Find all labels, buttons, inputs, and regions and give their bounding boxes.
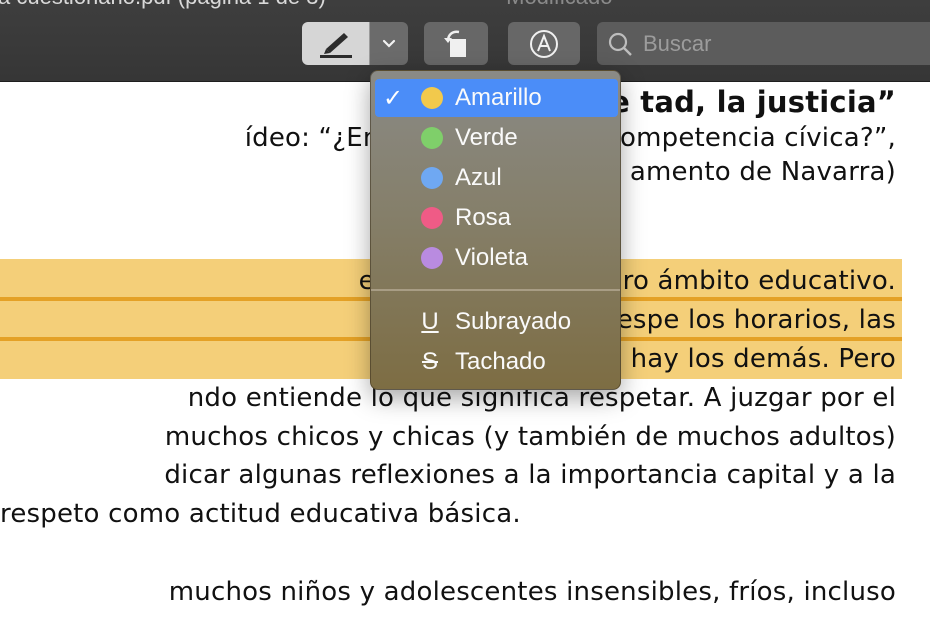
- document-line: respeto como actitud educativa básica.: [0, 499, 521, 529]
- document-line: muchos niños y adolescentes insensibles,…: [168, 577, 896, 607]
- window-title-text: a cuestionario.pdf (página 1 de 3): [0, 0, 326, 10]
- menu-item-amarillo[interactable]: ✓ Amarillo: [375, 79, 618, 117]
- rotate-button[interactable]: [424, 22, 488, 65]
- search-field[interactable]: [597, 22, 930, 65]
- highlight-button[interactable]: [302, 22, 370, 65]
- window-edited-status: — Modificado: [478, 0, 613, 10]
- menu-item-label: Violeta: [455, 244, 528, 271]
- underline-icon: U: [421, 308, 439, 335]
- strikethrough-icon: S: [421, 348, 438, 375]
- document-line: muchos chicos y chicas (y también de muc…: [164, 422, 896, 452]
- menu-separator: [371, 289, 620, 291]
- highlighter-icon: [319, 32, 352, 58]
- menu-item-label: Verde: [455, 124, 518, 151]
- search-input[interactable]: [641, 26, 925, 62]
- menu-item-label: Tachado: [455, 348, 546, 375]
- rotate-left-icon: [444, 30, 466, 57]
- markup-pen-icon: [530, 29, 558, 58]
- pink-dot-icon: [421, 207, 443, 229]
- menu-item-violeta[interactable]: Violeta: [375, 239, 618, 277]
- highlight-dropdown-button[interactable]: [370, 22, 408, 65]
- yellow-dot-icon: [421, 87, 443, 109]
- blue-dot-icon: [421, 167, 443, 189]
- window-title: a cuestionario.pdf (página 1 de 3) — Mod…: [0, 0, 930, 14]
- checkmark-icon: ✓: [383, 85, 404, 112]
- chevron-down-icon: [382, 39, 396, 48]
- menu-item-label: Amarillo: [455, 84, 542, 111]
- menu-item-rosa[interactable]: Rosa: [375, 199, 618, 237]
- menu-item-subrayado[interactable]: U Subrayado: [375, 303, 618, 341]
- highlight-color-menu: ✓ Amarillo Verde Azul Rosa Violeta U Sub…: [370, 70, 621, 390]
- markup-button[interactable]: [508, 22, 580, 65]
- purple-dot-icon: [421, 247, 443, 269]
- menu-item-tachado[interactable]: S Tachado: [375, 343, 618, 381]
- menu-item-label: Azul: [455, 164, 502, 191]
- search-icon: [608, 32, 632, 56]
- menu-item-label: Subrayado: [455, 308, 572, 335]
- menu-item-label: Rosa: [455, 204, 512, 231]
- menu-item-verde[interactable]: Verde: [375, 119, 618, 157]
- document-line: dicar algunas reflexiones a la importanc…: [164, 460, 896, 490]
- highlight-segmented-control: [302, 22, 408, 65]
- menu-item-azul[interactable]: Azul: [375, 159, 618, 197]
- green-dot-icon: [421, 127, 443, 149]
